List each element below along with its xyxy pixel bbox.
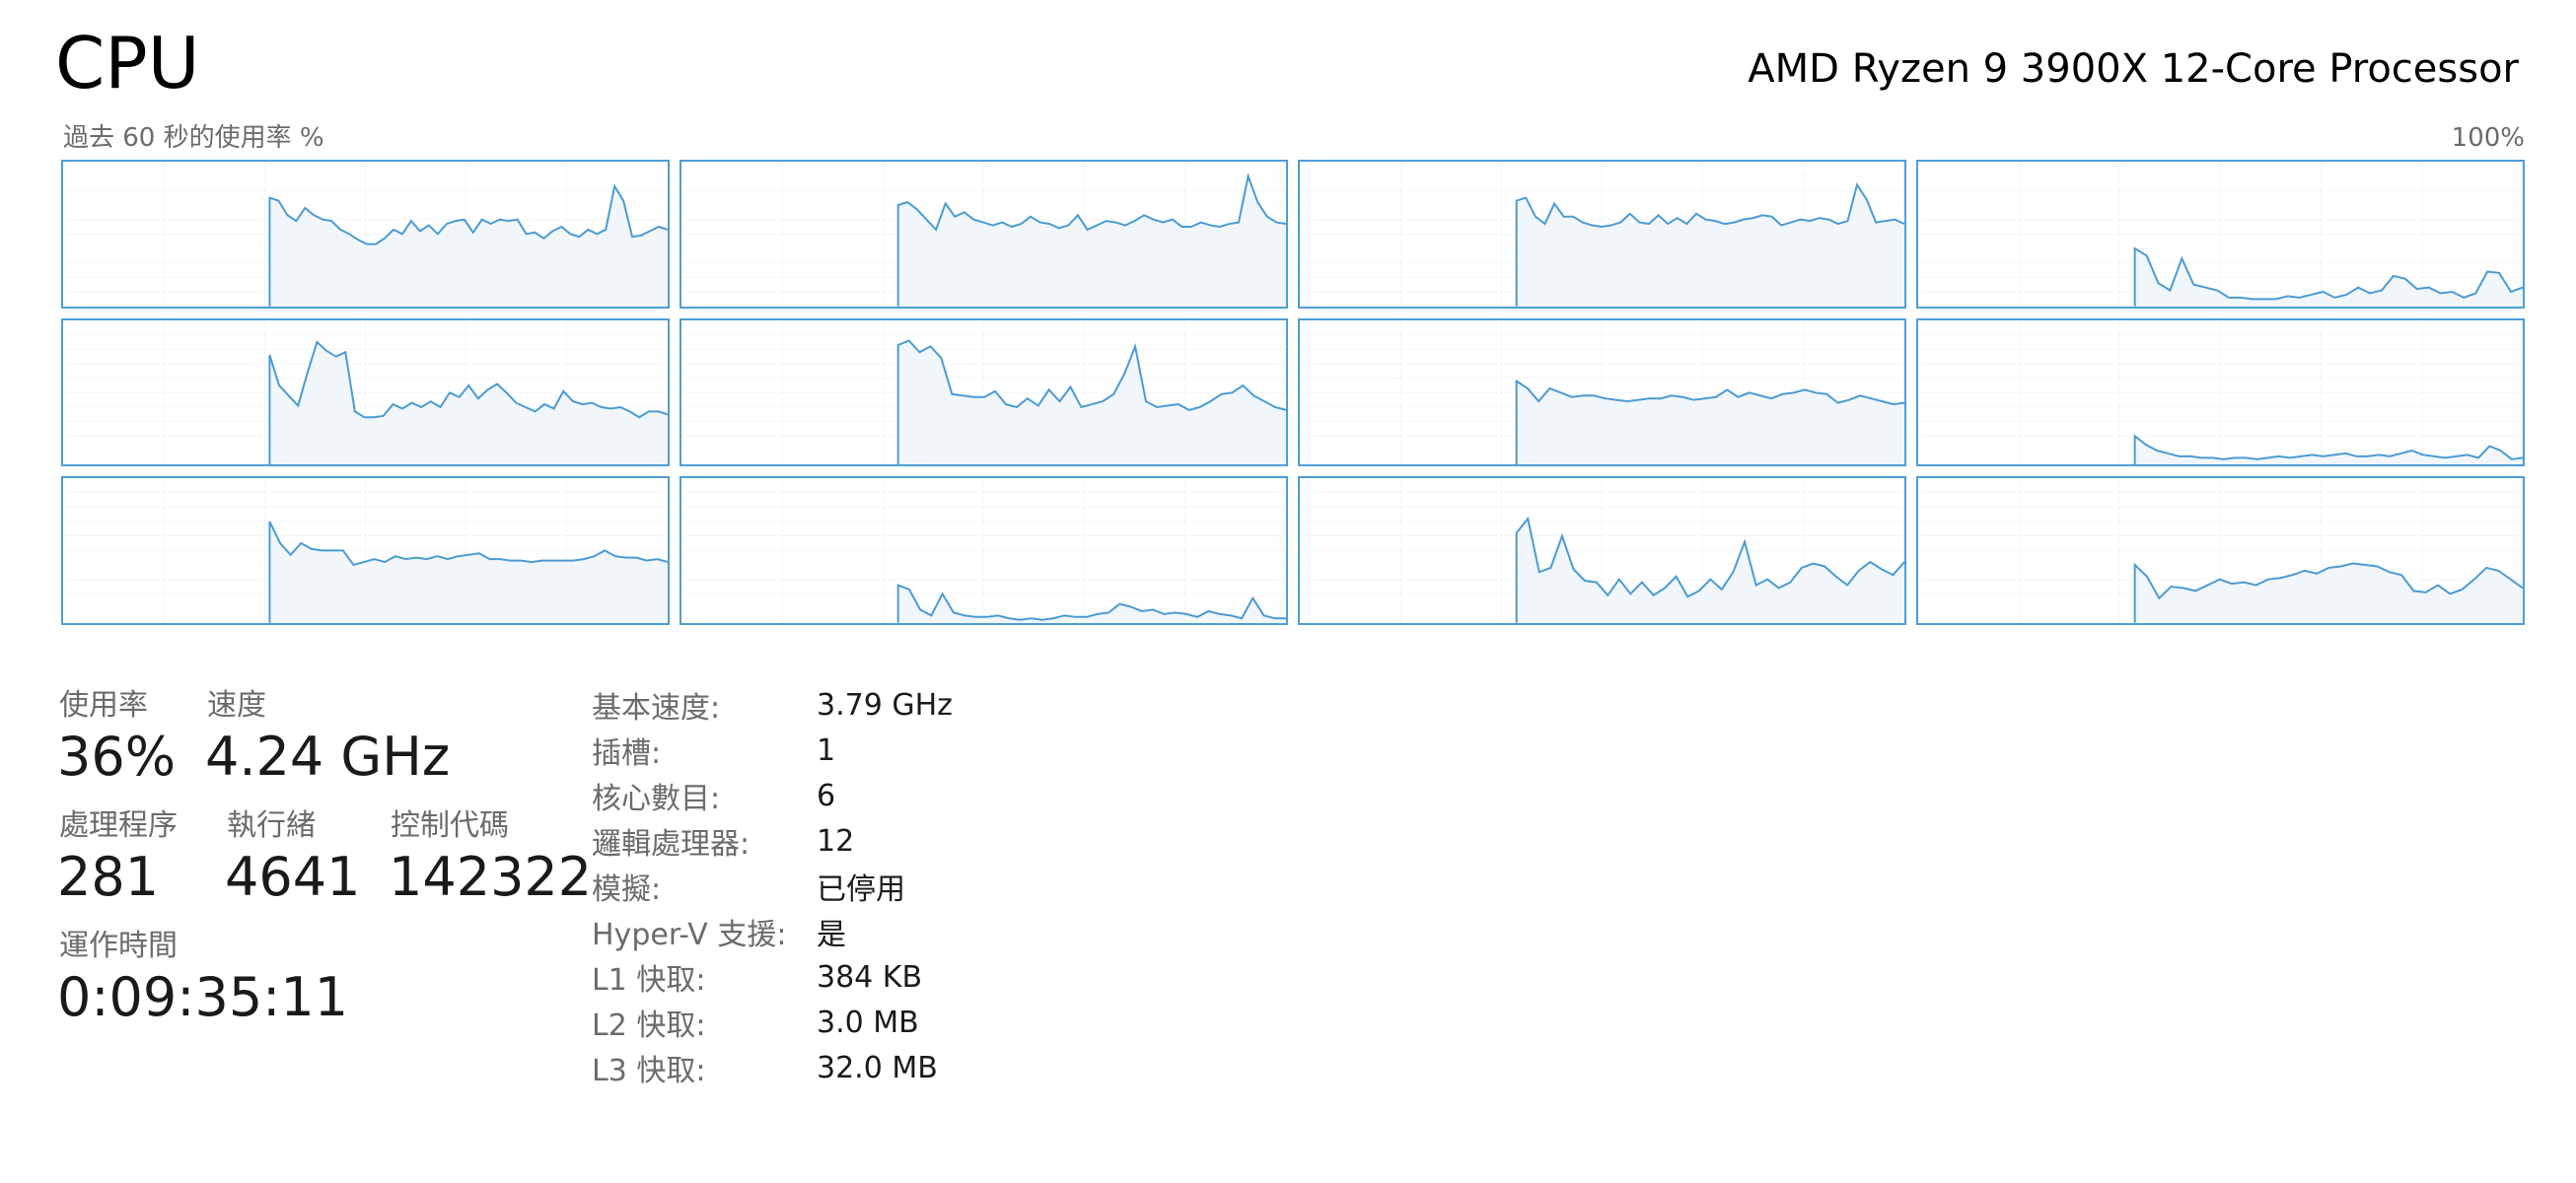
utilization-area <box>1516 381 1904 465</box>
core-graph-8[interactable] <box>1916 317 2525 467</box>
core-graph-5[interactable] <box>61 317 670 467</box>
core-graph-9-svg <box>63 478 668 623</box>
core-graph-9[interactable] <box>61 476 670 625</box>
core-graph-2-svg <box>681 162 1286 307</box>
processes-value: 281 <box>57 846 160 908</box>
core-graph-3-svg <box>1300 162 1904 307</box>
spec-value: 已停用 <box>817 872 905 907</box>
core-graph-10-svg <box>681 478 1286 623</box>
spec-row-base-speed: 基本速度: 3.79 GHz <box>592 682 953 728</box>
core-graph-4-svg <box>1918 162 2523 307</box>
spec-row-hyperv: Hyper-V 支援: 是 <box>592 909 953 954</box>
core-graph-gridlines <box>1918 320 2523 465</box>
core-graph-8-svg <box>1918 320 2523 465</box>
core-graph-12-svg <box>1918 478 2523 623</box>
spec-key: L1 快取: <box>592 963 706 998</box>
spec-key: 邏輯處理器: <box>592 827 751 862</box>
utilization-area <box>897 175 1286 307</box>
processor-name: AMD Ryzen 9 3900X 12-Core Processor <box>1748 46 2519 92</box>
page-title: CPU <box>55 22 200 104</box>
core-graph-gridlines <box>1918 162 2523 307</box>
threads-value: 4641 <box>225 846 361 908</box>
utilization-area <box>269 185 668 307</box>
spec-row-l3-cache: L3 快取: 32.0 MB <box>592 1045 953 1090</box>
spec-value: 是 <box>817 918 846 952</box>
spec-key: Hyper-V 支援: <box>592 918 787 952</box>
spec-key: 插槽: <box>592 736 662 771</box>
logical-processor-graphs[interactable] <box>61 160 2525 625</box>
uptime-value: 0:09:35:11 <box>57 966 349 1028</box>
core-graph-6-svg <box>681 320 1286 465</box>
spec-row-cores: 核心數目: 6 <box>592 773 953 818</box>
spec-row-sockets: 插槽: 1 <box>592 728 953 773</box>
core-graph-10[interactable] <box>680 476 1288 625</box>
utilization-area <box>897 340 1286 465</box>
core-graph-gridlines <box>681 478 1286 623</box>
utilization-label: 使用率 <box>59 688 148 723</box>
threads-label: 執行緒 <box>227 808 316 843</box>
core-graph-3[interactable] <box>1298 160 1906 309</box>
core-graph-4[interactable] <box>1916 160 2525 309</box>
spec-value: 6 <box>817 778 836 813</box>
spec-row-l2-cache: L2 快取: 3.0 MB <box>592 1000 953 1045</box>
handles-value: 142322 <box>389 846 593 908</box>
speed-value: 4.24 GHz <box>205 726 451 788</box>
handles-label: 控制代碼 <box>391 808 509 843</box>
utilization-area <box>2134 563 2523 623</box>
spec-row-virtualization: 模擬: 已停用 <box>592 864 953 909</box>
core-graph-1-svg <box>63 162 668 307</box>
spec-value: 3.0 MB <box>817 1005 919 1040</box>
spec-key: L3 快取: <box>592 1054 706 1088</box>
core-graph-2[interactable] <box>680 160 1288 309</box>
core-graph-7[interactable] <box>1298 317 1906 467</box>
core-graph-11-svg <box>1300 478 1904 623</box>
utilization-area <box>897 585 1286 623</box>
spec-value: 32.0 MB <box>817 1050 938 1085</box>
spec-value: 384 KB <box>817 959 923 995</box>
spec-key: L2 快取: <box>592 1009 706 1043</box>
core-graph-1[interactable] <box>61 160 670 309</box>
spec-key: 基本速度: <box>592 691 721 726</box>
core-graph-12[interactable] <box>1916 476 2525 625</box>
spec-key: 模擬: <box>592 872 662 907</box>
spec-value: 12 <box>817 823 855 859</box>
utilization-area <box>1516 184 1904 307</box>
utilization-area <box>269 341 668 465</box>
graph-caption: 過去 60 秒的使用率 % <box>63 123 324 153</box>
utilization-value: 36% <box>57 726 177 788</box>
core-graph-5-svg <box>63 320 668 465</box>
core-graph-7-svg <box>1300 320 1904 465</box>
graph-max-label: 100% <box>2451 123 2525 153</box>
speed-label: 速度 <box>207 688 266 723</box>
spec-value: 1 <box>817 732 836 768</box>
core-graph-11[interactable] <box>1298 476 1906 625</box>
uptime-label: 運作時間 <box>59 929 178 963</box>
spec-value: 3.79 GHz <box>817 687 953 723</box>
spec-key: 核心數目: <box>592 782 721 816</box>
utilization-area <box>269 522 668 623</box>
cpu-specs: 基本速度: 3.79 GHz 插槽: 1 核心數目: 6 邏輯處理器: 12 模… <box>592 682 953 1090</box>
processes-label: 處理程序 <box>59 808 178 843</box>
spec-row-l1-cache: L1 快取: 384 KB <box>592 954 953 1000</box>
core-graph-6[interactable] <box>680 317 1288 467</box>
spec-row-logical-processors: 邏輯處理器: 12 <box>592 818 953 864</box>
